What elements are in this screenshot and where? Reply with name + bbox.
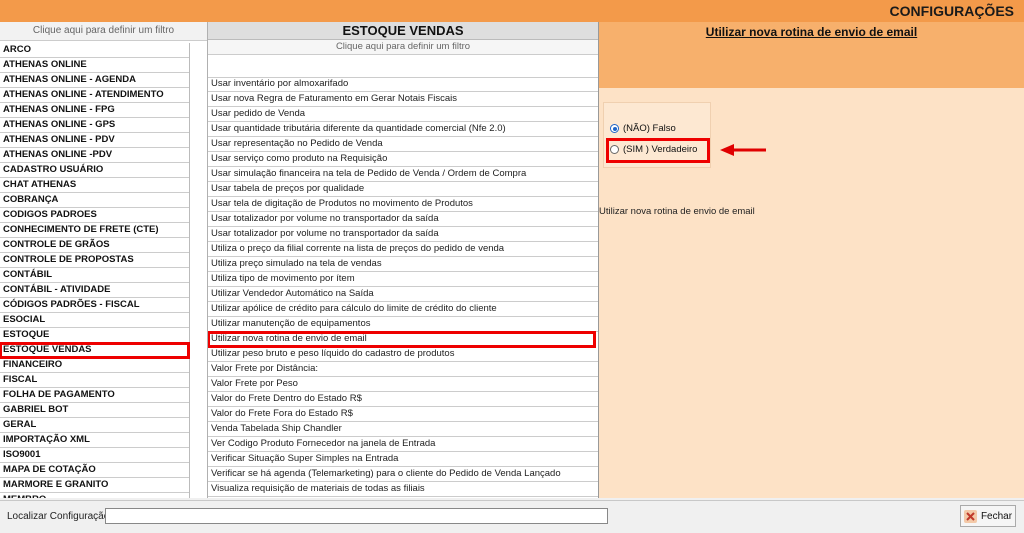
title-bar: CONFIGURAÇÕES bbox=[0, 0, 1024, 22]
category-list-item[interactable]: CODIGOS PADROES bbox=[0, 208, 189, 223]
settings-list-item[interactable]: Utilizar apólice de crédito para cálculo… bbox=[208, 302, 598, 317]
settings-list-item[interactable]: Usar nova Regra de Faturamento em Gerar … bbox=[208, 92, 598, 107]
category-list-item[interactable]: CONTÁBIL bbox=[0, 268, 189, 283]
category-list-item[interactable]: FINANCEIRO bbox=[0, 358, 189, 373]
settings-list-item[interactable]: Utiliza tipo de movimento por ítem bbox=[208, 272, 598, 287]
category-list-item[interactable]: MAPA DE COTAÇÃO bbox=[0, 463, 189, 478]
settings-list-item[interactable]: Usar simulação financeira na tela de Ped… bbox=[208, 167, 598, 182]
category-list-item[interactable]: ESTOQUE bbox=[0, 328, 189, 343]
category-list-item[interactable]: ATHENAS ONLINE - FPG bbox=[0, 103, 189, 118]
settings-panel: ESTOQUE VENDAS Clique aqui para definir … bbox=[208, 22, 599, 498]
category-list-item[interactable]: ATHENAS ONLINE - GPS bbox=[0, 118, 189, 133]
settings-filter-hint[interactable]: Clique aqui para definir um filtro bbox=[208, 40, 598, 55]
bottom-bar: Localizar Configuração: Fechar bbox=[0, 500, 1024, 533]
settings-list-item[interactable]: Verificar Situação Super Simples na Entr… bbox=[208, 452, 598, 467]
settings-list-item[interactable]: Usar pedido de Venda bbox=[208, 107, 598, 122]
settings-list-item[interactable]: Visualiza requisição de materiais de tod… bbox=[208, 482, 598, 497]
category-list-item[interactable]: ATHENAS ONLINE -PDV bbox=[0, 148, 189, 163]
option-highlight-box bbox=[606, 138, 710, 163]
settings-list-item[interactable]: Valor do Frete Dentro do Estado R$ bbox=[208, 392, 598, 407]
category-list-item[interactable]: ARCO bbox=[0, 43, 189, 58]
category-list-item[interactable]: ESOCIAL bbox=[0, 313, 189, 328]
settings-list-item[interactable]: Usar tela de digitação de Produtos no mo… bbox=[208, 197, 598, 212]
category-list-item[interactable]: CONHECIMENTO DE FRETE (CTE) bbox=[0, 223, 189, 238]
settings-list-item[interactable]: Usar representação no Pedido de Venda bbox=[208, 137, 598, 152]
settings-filter-row bbox=[208, 55, 598, 78]
setting-detail-title: Utilizar nova rotina de envio de email bbox=[705, 25, 918, 39]
category-list-item[interactable]: ATHENAS ONLINE bbox=[0, 58, 189, 73]
settings-list-item[interactable]: Utilizar Vendedor Automático na Saída bbox=[208, 287, 598, 302]
window-title: CONFIGURAÇÕES bbox=[889, 3, 1014, 19]
category-panel: Clique aqui para definir um filtro ARCO A… bbox=[0, 22, 208, 498]
settings-list-item[interactable]: Usar totalizador por volume no transport… bbox=[208, 212, 598, 227]
category-list-item[interactable]: ATHENAS ONLINE - ATENDIMENTO bbox=[0, 88, 189, 103]
settings-list-item[interactable]: Usar serviço como produto na Requisição bbox=[208, 152, 598, 167]
category-list-item[interactable]: ISO9001 bbox=[0, 448, 189, 463]
close-icon bbox=[963, 509, 977, 523]
left-arrow-icon bbox=[720, 144, 766, 156]
category-list-item[interactable]: MEMBRO bbox=[0, 493, 189, 498]
settings-list-item[interactable]: Utiliza o preço da filial corrente na li… bbox=[208, 242, 598, 257]
search-label: Localizar Configuração: bbox=[7, 511, 113, 522]
category-list-item[interactable]: CÓDIGOS PADRÕES - FISCAL bbox=[0, 298, 189, 313]
settings-list-item[interactable]: Valor Frete por Peso bbox=[208, 377, 598, 392]
category-list-item[interactable]: CONTÁBIL - ATIVIDADE bbox=[0, 283, 189, 298]
category-list-item[interactable]: GERAL bbox=[0, 418, 189, 433]
setting-detail-header: Utilizar nova rotina de envio de email bbox=[599, 22, 1024, 88]
category-list: ARCO ATHENAS ONLINE ATHENAS ONLINE - AGEND… bbox=[0, 43, 190, 498]
settings-list-item[interactable]: Valor Frete por Distância: bbox=[208, 362, 598, 377]
close-button-label: Fechar bbox=[980, 510, 1013, 522]
settings-list-item[interactable]: Valor do Frete Fora do Estado R$ bbox=[208, 407, 598, 422]
category-list-item[interactable]: FISCAL bbox=[0, 373, 189, 388]
settings-list-item[interactable]: Venda Tabelada Ship Chandler bbox=[208, 422, 598, 437]
settings-list-item[interactable]: Verificar se há agenda (Telemarketing) p… bbox=[208, 467, 598, 482]
search-input[interactable] bbox=[105, 508, 608, 524]
category-list-item[interactable]: IMPORTAÇÃO XML bbox=[0, 433, 189, 448]
setting-description: Utilizar nova rotina de envio de email bbox=[599, 206, 755, 217]
category-list-item[interactable]: CONTROLE DE GRÃOS bbox=[0, 238, 189, 253]
settings-list-item[interactable]: Usar quantidade tributária diferente da … bbox=[208, 122, 598, 137]
settings-list-item[interactable]: Utilizar nova rotina de envio de email bbox=[208, 331, 596, 348]
category-list-item[interactable]: CONTROLE DE PROPOSTAS bbox=[0, 253, 189, 268]
settings-list-item[interactable]: Visualizar Medidas do produto na procura bbox=[208, 497, 598, 498]
settings-list-item[interactable]: Usar totalizador por volume no transport… bbox=[208, 227, 598, 242]
option-false-radio[interactable]: (NÃO) Falso bbox=[610, 123, 676, 134]
category-list-item[interactable]: GABRIEL BOT bbox=[0, 403, 189, 418]
category-list-item[interactable]: FOLHA DE PAGAMENTO bbox=[0, 388, 189, 403]
settings-panel-title: ESTOQUE VENDAS bbox=[208, 22, 598, 40]
settings-list-item[interactable]: Utilizar peso bruto e peso líquido do ca… bbox=[208, 347, 598, 362]
category-list-item[interactable]: COBRANÇA bbox=[0, 193, 189, 208]
settings-list-item[interactable]: Usar inventário por almoxarifado bbox=[208, 77, 598, 92]
settings-list-item[interactable]: Utilizar manutenção de equipamentos bbox=[208, 317, 598, 332]
category-list-item[interactable]: ATHENAS ONLINE - PDV bbox=[0, 133, 189, 148]
settings-list-item[interactable]: Ver Codigo Produto Fornecedor na janela … bbox=[208, 437, 598, 452]
setting-detail-panel: Utilizar nova rotina de envio de email (… bbox=[599, 22, 1024, 498]
category-list-item[interactable]: MARMORE E GRANITO bbox=[0, 478, 189, 493]
option-false-label: (NÃO) Falso bbox=[623, 123, 676, 134]
category-list-item[interactable]: ESTOQUE VENDAS bbox=[0, 342, 190, 359]
category-list-item[interactable]: ATHENAS ONLINE - AGENDA bbox=[0, 73, 189, 88]
settings-list-item[interactable]: Utiliza preço simulado na tela de vendas bbox=[208, 257, 598, 272]
radio-checked-icon bbox=[610, 124, 619, 133]
close-button[interactable]: Fechar bbox=[960, 505, 1016, 527]
category-list-item[interactable]: CHAT ATHENAS bbox=[0, 178, 189, 193]
settings-list: Usar inventário por almoxarifado Usar nov… bbox=[208, 77, 598, 498]
settings-list-item[interactable]: Usar tabela de preços por qualidade bbox=[208, 182, 598, 197]
category-filter-hint[interactable]: Clique aqui para definir um filtro bbox=[0, 22, 207, 41]
category-list-item[interactable]: CADASTRO USUÁRIO bbox=[0, 163, 189, 178]
